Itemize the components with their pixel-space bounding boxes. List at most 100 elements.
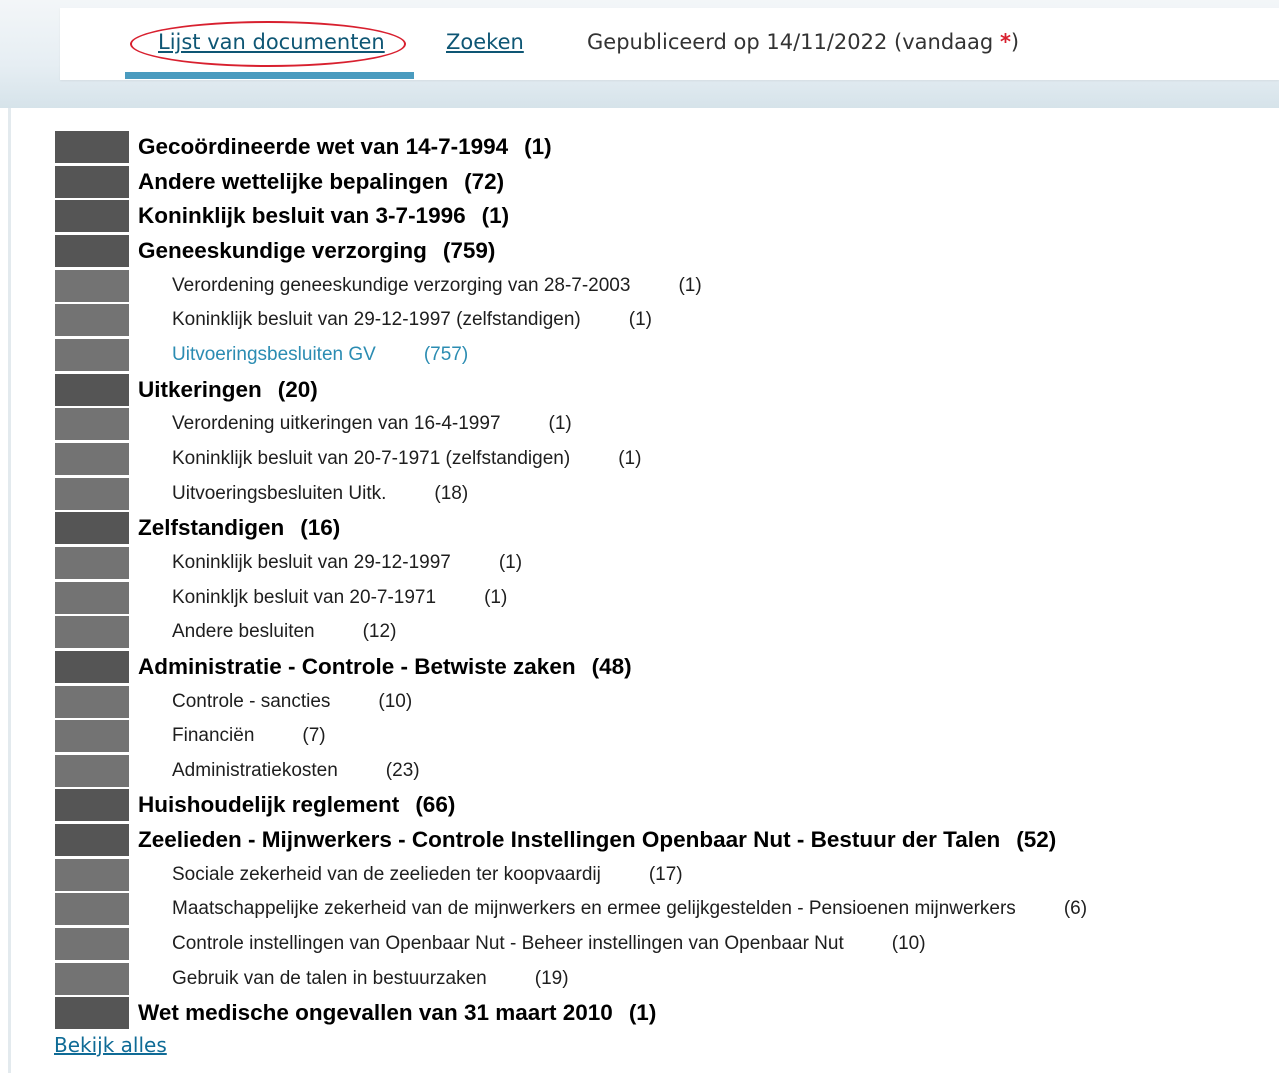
subcategory-link[interactable]: Gebruik van de talen in bestuurzaken (19) xyxy=(172,962,569,997)
subcategory-link[interactable]: Uitvoeringsbesluiten GV (757) xyxy=(172,338,468,373)
category-marker-bar xyxy=(55,789,129,822)
document-title: Sociale zekerheid van de zeelieden ter k… xyxy=(172,863,601,885)
document-count: (23) xyxy=(385,759,420,781)
subcategory-link[interactable]: Verordening geneeskundige verzorging van… xyxy=(172,269,702,304)
document-count: (18) xyxy=(434,482,469,504)
document-title: Administratiekosten xyxy=(172,759,338,781)
subcategory-row: Controle instellingen van Openbaar Nut -… xyxy=(55,927,1275,962)
category-marker-bar xyxy=(55,165,129,198)
subcategory-link[interactable]: Koninklijk besluit van 29-12-1997 (1) xyxy=(172,546,522,581)
subcategory-link[interactable]: Sociale zekerheid van de zeelieden ter k… xyxy=(172,858,683,893)
published-date: Gepubliceerd op 14/11/2022 (vandaag *) xyxy=(587,30,1019,54)
document-count: (19) xyxy=(534,967,569,989)
subcategory-link[interactable]: Administratiekosten (23) xyxy=(172,754,420,789)
document-title: Administratie - Controle - Betwiste zake… xyxy=(138,653,576,679)
document-count: (1) xyxy=(498,551,523,573)
document-title: Koninklijk besluit van 29-12-1997 (zelfs… xyxy=(172,309,581,331)
document-count: (1) xyxy=(481,203,510,229)
category-marker-bar xyxy=(55,477,129,510)
category-link[interactable]: Wet medische ongevallen van 31 maart 201… xyxy=(138,996,656,1031)
page-left-edge xyxy=(8,108,11,1073)
category-row: Zeelieden - Mijnwerkers - Controle Inste… xyxy=(55,823,1275,858)
document-title: Zeelieden - Mijnwerkers - Controle Inste… xyxy=(138,827,1001,853)
subcategory-link[interactable]: Controle instellingen van Openbaar Nut -… xyxy=(172,927,926,962)
subcategory-row: Koninklijk besluit van 29-12-1997 (zelfs… xyxy=(55,303,1275,338)
subcategory-row: Uitvoeringsbesluiten GV (757) xyxy=(55,338,1275,373)
subcategory-row: Maatschappelijke zekerheid van de mijnwe… xyxy=(55,892,1275,927)
subcategory-link[interactable]: Koninklijk besluit van 29-12-1997 (zelfs… xyxy=(172,303,652,338)
document-count: (66) xyxy=(415,792,456,818)
category-marker-bar xyxy=(55,824,129,857)
tab-document-list[interactable]: Lijst van documenten xyxy=(158,30,385,54)
category-row: Andere wettelijke bepalingen (72) xyxy=(55,165,1275,200)
category-marker-bar xyxy=(55,442,129,475)
document-count: (1) xyxy=(678,274,702,296)
category-marker-bar xyxy=(55,650,129,683)
category-link[interactable]: Koninklijk besluit van 3-7-1996 (1) xyxy=(138,199,509,234)
document-count: (52) xyxy=(1016,827,1057,853)
subcategory-row: Gebruik van de talen in bestuurzaken (19) xyxy=(55,962,1275,997)
published-text: Gepubliceerd op 14/11/2022 (vandaag xyxy=(587,30,1000,54)
category-link[interactable]: Zelfstandigen (16) xyxy=(138,511,340,546)
category-marker-bar xyxy=(55,616,129,649)
category-marker-bar xyxy=(55,512,129,545)
category-row: Wet medische ongevallen van 31 maart 201… xyxy=(55,996,1275,1031)
document-count: (10) xyxy=(891,933,926,955)
subcategory-link[interactable]: Verordening uitkeringen van 16-4-1997 (1) xyxy=(172,407,572,442)
category-marker-bar xyxy=(55,546,129,579)
document-count: (1) xyxy=(628,309,652,331)
see-all-link[interactable]: Bekijk alles xyxy=(54,1033,167,1057)
document-title: Andere besluiten xyxy=(172,621,315,643)
document-count: (759) xyxy=(442,237,496,263)
document-count: (20) xyxy=(277,376,318,402)
document-title: Uitvoeringsbesluiten Uitk. xyxy=(172,482,387,504)
category-row: Koninklijk besluit van 3-7-1996 (1) xyxy=(55,199,1275,234)
document-title: Gecoördineerde wet van 14-7-1994 xyxy=(138,134,509,159)
subcategory-row: Verordening uitkeringen van 16-4-1997 (1) xyxy=(55,407,1275,442)
subcategory-row: Sociale zekerheid van de zeelieden ter k… xyxy=(55,858,1275,893)
category-link[interactable]: Gecoördineerde wet van 14-7-1994 (1) xyxy=(138,130,552,165)
document-title: Koninklijk besluit van 3-7-1996 xyxy=(138,203,466,229)
category-row: Zelfstandigen (16) xyxy=(55,511,1275,546)
category-row: Geneeskundige verzorging (759) xyxy=(55,234,1275,269)
subcategory-link[interactable]: Controle - sancties (10) xyxy=(172,685,412,720)
subcategory-row: Koninkljk besluit van 20-7-1971 (1) xyxy=(55,581,1275,616)
category-marker-bar xyxy=(55,269,129,302)
category-marker-bar xyxy=(55,754,129,787)
category-link[interactable]: Huishoudelijk reglement (66) xyxy=(138,788,455,823)
document-count: (1) xyxy=(548,413,572,435)
category-marker-bar xyxy=(55,234,129,267)
document-count: (1) xyxy=(524,134,552,159)
category-link[interactable]: Administratie - Controle - Betwiste zake… xyxy=(138,650,632,685)
category-row: Uitkeringen (20) xyxy=(55,373,1275,408)
document-title: Controle - sancties xyxy=(172,690,331,712)
document-list: Gecoördineerde wet van 14-7-1994 (1) Ander… xyxy=(55,130,1275,1031)
category-marker-bar xyxy=(55,893,129,926)
document-count: (1) xyxy=(618,447,642,469)
subcategory-row: Verordening geneeskundige verzorging van… xyxy=(55,269,1275,304)
subcategory-link[interactable]: Uitvoeringsbesluiten Uitk. (18) xyxy=(172,477,468,512)
category-marker-bar xyxy=(55,131,129,163)
document-count: (6) xyxy=(1063,898,1088,920)
category-link[interactable]: Geneeskundige verzorging (759) xyxy=(138,234,495,269)
document-count: (1) xyxy=(628,1000,657,1026)
subcategory-link[interactable]: Financiën (7) xyxy=(172,719,326,754)
subcategory-link[interactable]: Koninkljk besluit van 20-7-1971 (1) xyxy=(172,581,507,616)
published-close: ) xyxy=(1010,30,1020,54)
category-link[interactable]: Uitkeringen (20) xyxy=(138,373,318,408)
document-title: Wet medische ongevallen van 31 maart 201… xyxy=(138,1000,613,1026)
category-marker-bar xyxy=(55,373,129,406)
document-count: (757) xyxy=(423,343,469,365)
subcategory-link[interactable]: Andere besluiten (12) xyxy=(172,615,396,650)
category-marker-bar xyxy=(55,720,129,753)
category-marker-bar xyxy=(55,685,129,718)
document-title: Uitkeringen xyxy=(138,376,262,402)
subcategory-row: Financiën (7) xyxy=(55,719,1275,754)
document-title: Controle instellingen van Openbaar Nut -… xyxy=(172,933,844,955)
tab-search[interactable]: Zoeken xyxy=(446,30,524,54)
today-marker: * xyxy=(999,30,1011,54)
category-link[interactable]: Andere wettelijke bepalingen (72) xyxy=(138,165,504,200)
subcategory-link[interactable]: Maatschappelijke zekerheid van de mijnwe… xyxy=(172,892,1087,927)
subcategory-link[interactable]: Koninklijk besluit van 20-7-1971 (zelfst… xyxy=(172,442,641,477)
category-link[interactable]: Zeelieden - Mijnwerkers - Controle Inste… xyxy=(138,823,1056,858)
